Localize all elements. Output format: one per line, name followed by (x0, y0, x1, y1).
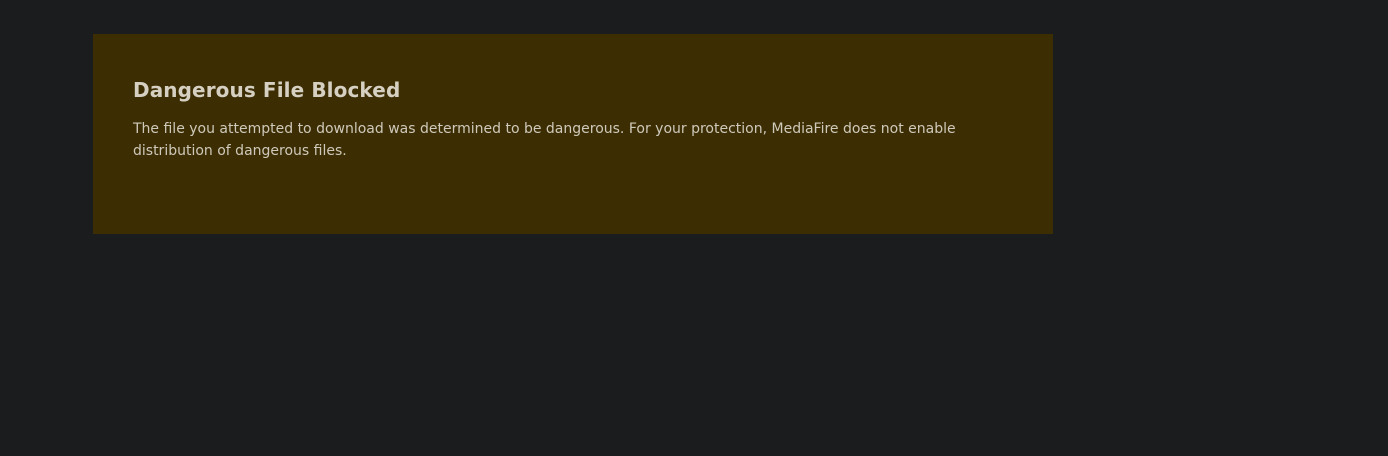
dangerous-file-notice: Dangerous File Blocked The file you atte… (93, 34, 1053, 234)
page: Dangerous File Blocked The file you atte… (0, 0, 1388, 456)
notice-title: Dangerous File Blocked (133, 78, 401, 102)
notice-message: The file you attempted to download was d… (133, 121, 956, 159)
